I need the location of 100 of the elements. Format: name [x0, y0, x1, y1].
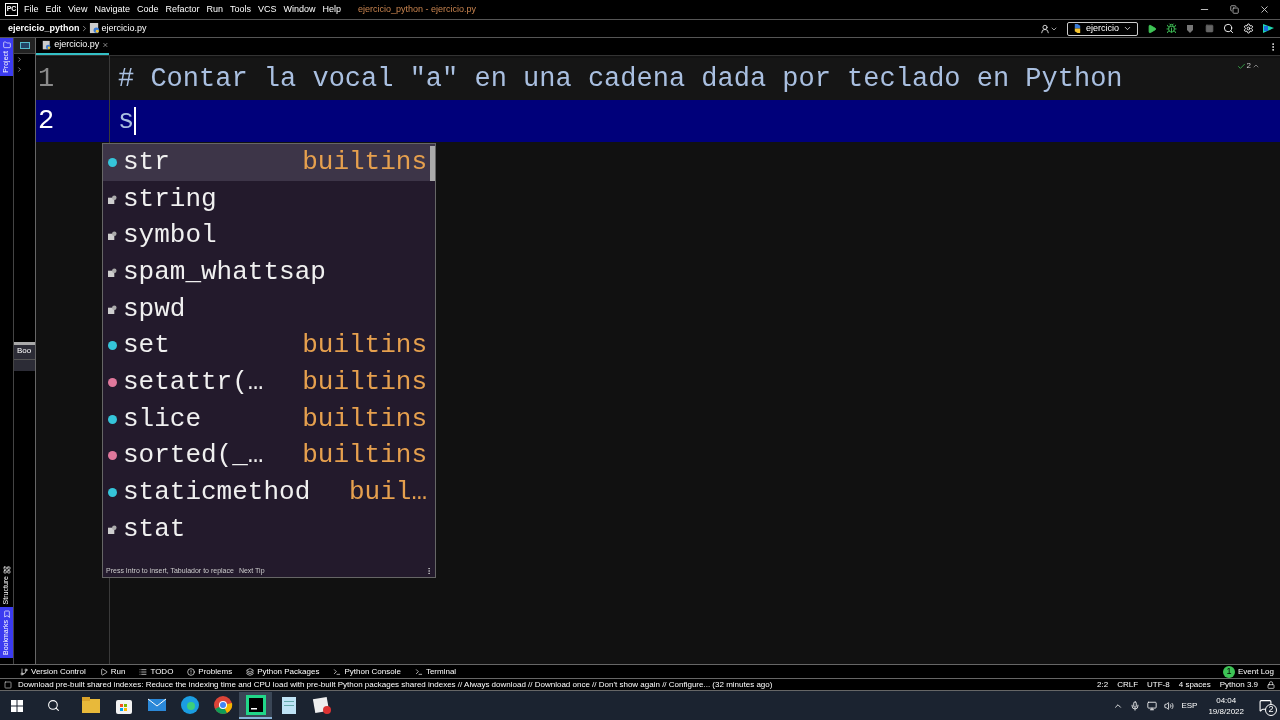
menu-item[interactable]: VCS [258, 2, 277, 17]
microphone-icon[interactable] [1130, 700, 1141, 711]
completion-name: staticmethod [123, 476, 311, 510]
python-icon [1073, 24, 1082, 33]
status-item[interactable]: CRLF [1117, 678, 1139, 691]
completion-source: buil… [349, 476, 427, 510]
network-icon[interactable] [1147, 700, 1158, 711]
language-indicator[interactable]: ESP [1181, 699, 1198, 712]
completion-name: str [123, 145, 170, 179]
completion-name: setattr(… [123, 365, 264, 399]
module-icon [108, 231, 117, 241]
menu-item[interactable]: Refactor [165, 2, 200, 17]
completion-item[interactable]: stat [103, 510, 435, 548]
status-item[interactable]: UTF-8 [1147, 678, 1170, 691]
taskbar-app[interactable] [239, 692, 272, 719]
completion-name: slice [123, 402, 201, 436]
tool-window-button[interactable]: Version Control [20, 665, 86, 678]
panel-toolbar [14, 359, 35, 371]
notepad-icon [279, 694, 298, 715]
status-item[interactable]: 4 spaces [1178, 678, 1211, 691]
user-icon[interactable] [1040, 23, 1058, 34]
debug-icon[interactable] [1166, 23, 1177, 34]
chevron-icon[interactable] [1252, 62, 1260, 70]
code-text: s [118, 104, 135, 138]
completion-item[interactable]: setattr(… builtins [103, 364, 435, 401]
completion-item[interactable]: set builtins [103, 327, 435, 365]
search-icon[interactable] [1223, 23, 1234, 34]
completion-name: spwd [123, 292, 186, 326]
terminal-icon [414, 667, 423, 676]
module-icon [108, 524, 117, 534]
menu-item[interactable]: Run [206, 2, 223, 17]
settings-icon[interactable] [1243, 23, 1254, 34]
search-icon[interactable] [47, 699, 60, 712]
event-log-button[interactable]: 1 Event Log [1222, 665, 1274, 678]
breadcrumb-item[interactable]: ejercicio_python [8, 21, 80, 36]
restore-icon[interactable] [1230, 5, 1239, 14]
tool-window-button[interactable]: Python Packages [246, 665, 320, 678]
run-config-dropdown[interactable]: ejercicio [1067, 21, 1138, 36]
menu-item[interactable]: Navigate [94, 2, 130, 17]
completion-item[interactable]: staticmethod buil… [103, 474, 435, 511]
scrollbar[interactable] [430, 146, 435, 181]
python-file-icon [88, 23, 100, 34]
line-number: 2 [37, 104, 56, 138]
completion-item[interactable]: spam_whattsap [103, 254, 435, 291]
windows-start-icon[interactable] [11, 699, 23, 712]
completion-source: builtins [302, 145, 427, 179]
status-item[interactable]: 2:2 [1097, 678, 1109, 691]
menu-item[interactable]: File [24, 2, 39, 17]
notification-count: 2 [1265, 704, 1277, 716]
completion-item[interactable]: str builtins [103, 144, 435, 181]
notifications-icon[interactable] [1259, 699, 1272, 712]
explorer-icon [80, 695, 101, 714]
status-message: Download pre-built shared indexes: Reduce the indexing time and CPU load with pre-built Python packages shared indexes // Always download // Download once // Don't show again // Configure... (32 minutes ago) [18, 678, 773, 691]
panel-toggle-icon[interactable] [4, 680, 12, 689]
menu-item[interactable]: Window [283, 2, 316, 17]
tool-window-button[interactable]: Problems [187, 665, 233, 678]
completion-name: spam_whattsap [123, 255, 326, 289]
run-icon[interactable] [1147, 23, 1157, 34]
menu-item[interactable]: Code [136, 2, 159, 17]
structure-icon [2, 565, 11, 574]
code-text: # Contar la vocal "a" en una cadena dada por teclado en Python [118, 62, 1123, 96]
console-icon [333, 667, 342, 676]
shield-icon[interactable] [1186, 23, 1196, 34]
completion-item[interactable]: sorted(_… builtins [103, 437, 435, 475]
tool-window-button[interactable]: Terminal [414, 665, 457, 678]
status-item[interactable]: Python 3.9 [1219, 678, 1258, 691]
tool-window-button[interactable]: Run [99, 665, 126, 678]
module-icon [108, 304, 117, 314]
stop-icon[interactable] [1205, 24, 1214, 33]
chrome-icon [212, 694, 233, 715]
volume-icon[interactable] [1164, 700, 1175, 711]
module-icon [108, 194, 117, 204]
tool-window-button[interactable]: TODO [139, 665, 174, 678]
clock[interactable]: 04:04 19/8/2022 [1204, 694, 1248, 717]
completion-item[interactable]: string [103, 180, 435, 218]
completion-source: builtins [302, 439, 427, 473]
completion-source: builtins [302, 329, 427, 363]
inspection-count[interactable]: 2 [1246, 60, 1251, 72]
mail-icon [146, 696, 167, 713]
menu-item[interactable]: Help [322, 2, 342, 17]
lock-icon[interactable] [1267, 680, 1275, 689]
text-cursor [134, 107, 137, 135]
paint-icon [311, 694, 332, 715]
menu-item[interactable]: View [68, 2, 88, 17]
close-icon[interactable] [1259, 4, 1270, 15]
panel-icon[interactable] [19, 42, 30, 49]
check-icon [1236, 61, 1246, 71]
completion-item[interactable]: spwd [103, 290, 435, 328]
menu-item[interactable]: Tools [229, 2, 251, 17]
tool-window-button[interactable]: Python Console [333, 665, 401, 678]
menu-item[interactable]: Edit [45, 2, 62, 17]
breadcrumb-item[interactable]: ejercicio.py [101, 21, 147, 36]
more-icon[interactable] [425, 567, 433, 575]
problems-icon [187, 667, 196, 676]
vcs-icon [20, 667, 28, 676]
ide-logo-icon[interactable] [1263, 23, 1274, 34]
completion-item[interactable]: symbol [103, 217, 435, 255]
bookmark-icon [2, 610, 11, 618]
completion-source: builtins [302, 365, 427, 399]
completion-item[interactable]: slice builtins [103, 400, 435, 438]
